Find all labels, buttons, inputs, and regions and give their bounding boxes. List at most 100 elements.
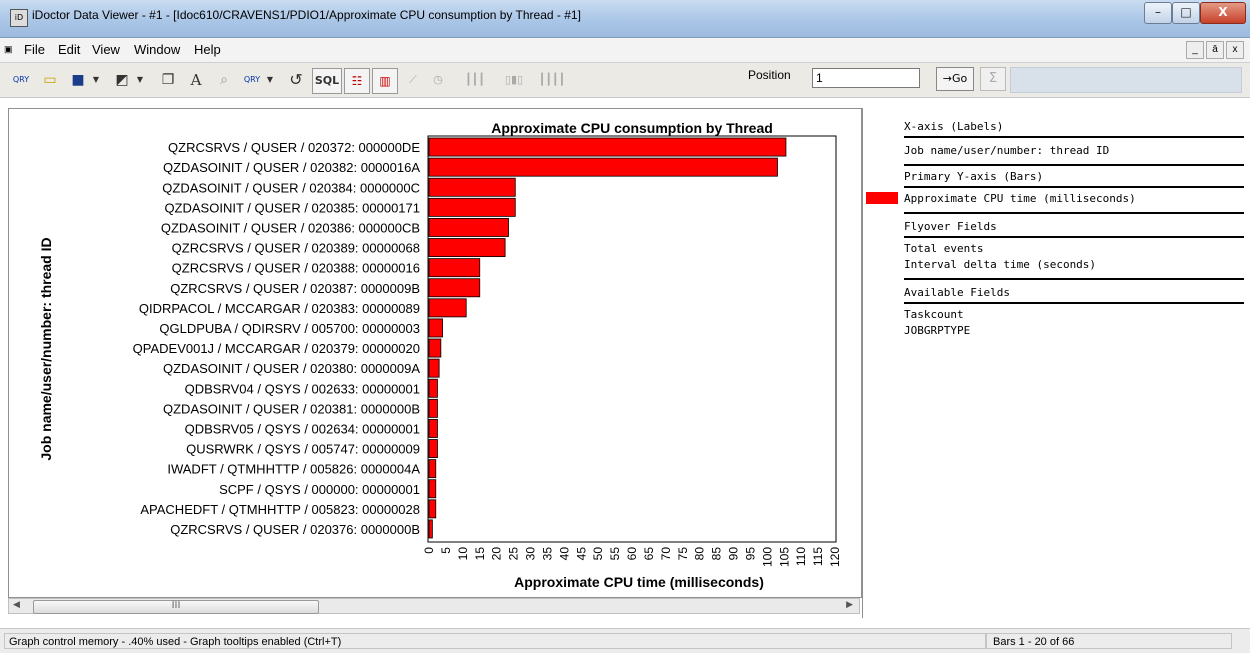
x-tick-label: 85 [710, 547, 724, 561]
category-label: QZDASOINIT / QUSER / 020385: 00000171 [164, 200, 420, 215]
category-label: QZRCSRVS / QUSER / 020388: 00000016 [172, 261, 420, 276]
flyover-field[interactable]: Total events [904, 242, 983, 255]
x-tick-label: 35 [540, 547, 554, 561]
scroll-thumb[interactable]: III [33, 600, 319, 614]
chart-bar[interactable] [428, 378, 438, 398]
x-tick-label: 65 [642, 547, 656, 561]
chart-bar[interactable] [428, 479, 437, 499]
open-folder-icon[interactable]: ▭ [38, 68, 62, 92]
category-label: QGLDPUBA / QDIRSRV / 005700: 00000003 [159, 321, 420, 336]
query-edit-icon[interactable]: QRY [240, 68, 264, 92]
x-axis-label: Approximate CPU time (milliseconds) [514, 574, 764, 590]
close-button[interactable]: X [1200, 2, 1246, 24]
available-header: Available Fields [904, 286, 1010, 299]
chart-bar[interactable] [428, 398, 438, 418]
chart-bar[interactable] [428, 157, 778, 177]
flyover-field[interactable]: Interval delta time (seconds) [904, 258, 1096, 271]
position-input[interactable] [812, 68, 920, 88]
chart-bar[interactable] [428, 499, 437, 519]
x-tick-label: 45 [574, 547, 588, 561]
table-view-icon[interactable]: ☷ [344, 68, 370, 94]
available-field[interactable]: JOBGRPTYPE [904, 324, 970, 337]
chart-bar[interactable] [428, 418, 438, 438]
menu-bar: ▣ File Edit View Window Help _ ā x [0, 38, 1250, 63]
chart-bar[interactable] [428, 459, 437, 479]
bar-graph-icon[interactable]: ▥ [372, 68, 398, 94]
bars[interactable] [428, 137, 787, 539]
line-graph-icon[interactable]: ⟋ [402, 68, 424, 92]
category-label: QZDASOINIT / QUSER / 020386: 000000CB [161, 220, 420, 235]
x-tick-label: 50 [591, 547, 605, 561]
menu-view[interactable]: View [92, 42, 120, 57]
x-tick-label: 70 [659, 547, 673, 561]
category-label: QZDASOINIT / QUSER / 020380: 0000009A [163, 361, 420, 376]
menu-window[interactable]: Window [134, 42, 180, 57]
divider [904, 136, 1244, 138]
category-label: QZRCSRVS / QUSER / 020389: 00000068 [172, 241, 420, 256]
chart-bar[interactable] [428, 177, 516, 197]
chart-bar[interactable] [428, 258, 481, 278]
menu-file[interactable]: File [24, 42, 45, 57]
clock-icon[interactable]: ◷ [428, 68, 448, 92]
bar-chart[interactable]: Approximate CPU consumption by Thread Jo… [9, 109, 861, 597]
properties-dropdown-icon[interactable]: ▼ [134, 68, 146, 92]
x-tick-label: 100 [760, 547, 774, 567]
refresh-icon[interactable]: ↺ [284, 68, 308, 92]
menu-help[interactable]: Help [194, 42, 221, 57]
divider [904, 302, 1244, 304]
copy-icon[interactable]: ❐ [156, 68, 180, 92]
chart-bar[interactable] [428, 298, 467, 318]
horizontal-scrollbar[interactable]: ◀ III ▶ [8, 598, 860, 614]
category-label: IWADFT / QTMHHTTP / 005826: 0000004A [167, 462, 420, 477]
query-dropdown-icon[interactable]: ▼ [264, 68, 276, 92]
chart-bar[interactable] [428, 358, 440, 378]
properties-icon[interactable]: ◩ [110, 68, 134, 92]
save-dropdown-icon[interactable]: ▼ [90, 68, 102, 92]
sum-button[interactable]: Σ [980, 67, 1006, 91]
chart-bar[interactable] [428, 238, 506, 258]
chart-bar[interactable] [428, 439, 438, 459]
title-bar[interactable]: iD iDoctor Data Viewer - #1 - [Idoc610/C… [0, 0, 1250, 38]
mdi-child-icon[interactable]: ▣ [4, 44, 13, 55]
mdi-close-button[interactable]: x [1226, 41, 1244, 59]
timeline-icon[interactable]: ┃┃┃ [458, 68, 492, 92]
chart-bar[interactable] [428, 519, 433, 539]
scroll-left-icon[interactable]: ◀ [13, 600, 20, 610]
go-button[interactable]: →Go [936, 67, 974, 91]
text-font-icon[interactable]: A [184, 68, 208, 92]
sql-button[interactable]: SQL [312, 68, 342, 94]
chart-bar[interactable] [428, 278, 481, 298]
timeline-range-icon[interactable]: ▯▮▯ [496, 68, 532, 92]
x-tick-label: 105 [777, 547, 791, 567]
x-tick-label: 60 [625, 547, 639, 561]
toolbar: QRY ▭ ■ ▼ ◩ ▼ ❐ A ⌕ QRY ▼ ↺ SQL ☷ ▥ ⟋ ◷ … [0, 63, 1250, 98]
available-field[interactable]: Taskcount [904, 308, 964, 321]
menu-edit[interactable]: Edit [58, 42, 80, 57]
mdi-minimize-button[interactable]: _ [1186, 41, 1204, 59]
timeline-detail-icon[interactable]: ┃┃┃┃ [536, 68, 568, 92]
divider [904, 236, 1244, 238]
find-icon[interactable]: ⌕ [212, 68, 236, 92]
query-icon[interactable]: QRY [8, 68, 34, 92]
category-label: QIDRPACOL / MCCARGAR / 020383: 00000089 [139, 301, 420, 316]
minimize-button[interactable]: – [1144, 2, 1172, 24]
fields-panel [862, 108, 1250, 618]
x-tick-label: 75 [676, 547, 690, 561]
app-icon[interactable]: iD [10, 9, 28, 27]
chart-bar[interactable] [428, 218, 509, 237]
category-label: QZRCSRVS / QUSER / 020387: 0000009B [170, 281, 420, 296]
save-icon[interactable]: ■ [66, 68, 90, 92]
chart-bar[interactable] [428, 338, 442, 358]
chart-area[interactable]: Approximate CPU consumption by Thread Jo… [8, 108, 862, 598]
category-label: APACHEDFT / QTMHHTTP / 005823: 00000028 [140, 502, 420, 517]
yaxis-field[interactable]: Approximate CPU time (milliseconds) [904, 192, 1136, 205]
mdi-restore-button[interactable]: ā [1206, 41, 1224, 59]
legend-swatch [866, 192, 898, 204]
scroll-right-icon[interactable]: ▶ [846, 600, 853, 610]
maximize-button[interactable]: □ [1172, 2, 1200, 24]
xaxis-field[interactable]: Job name/user/number: thread ID [904, 144, 1109, 157]
chart-bar[interactable] [428, 197, 516, 217]
chart-bar[interactable] [428, 137, 787, 157]
chart-bar[interactable] [428, 318, 443, 338]
window-title: iDoctor Data Viewer - #1 - [Idoc610/CRAV… [32, 8, 581, 22]
